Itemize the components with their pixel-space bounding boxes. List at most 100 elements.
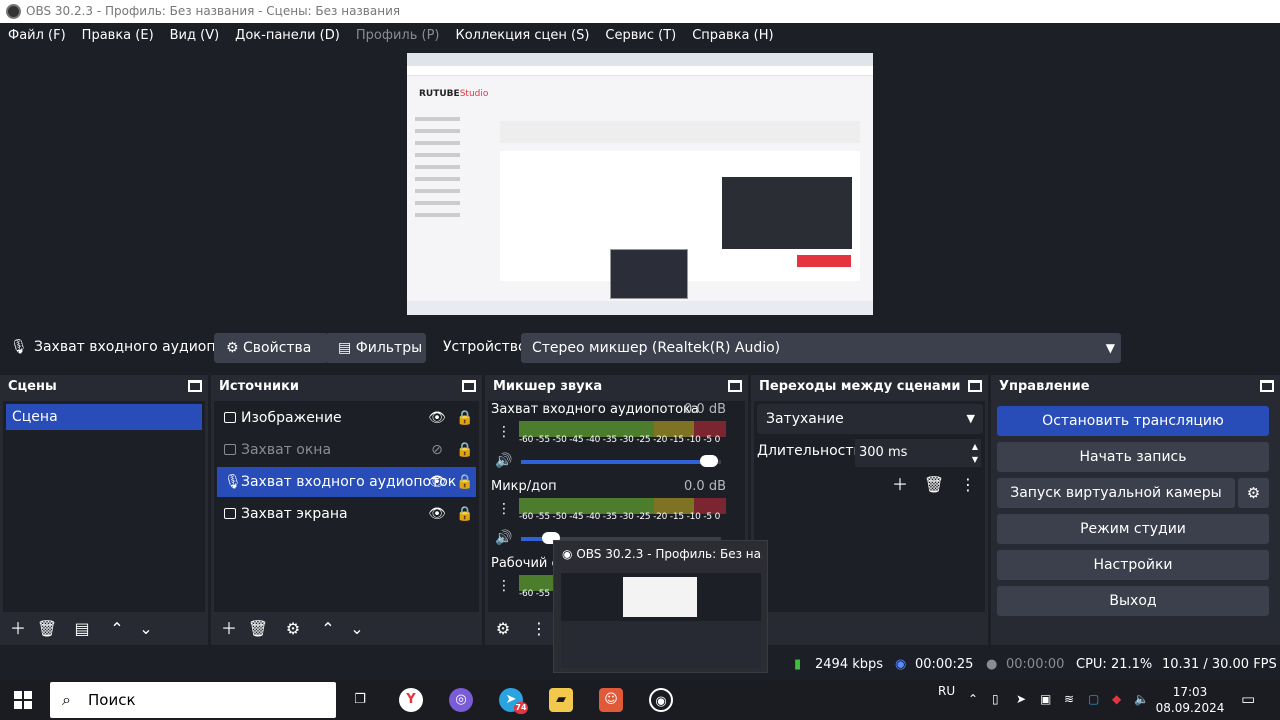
tray-app-icon[interactable]: ▣ [1040, 692, 1051, 706]
stop-streaming-button[interactable]: Остановить трансляцию [997, 406, 1269, 436]
speaker-icon[interactable]: 🔈 [1134, 692, 1149, 706]
capture-tray-icon[interactable]: ▢ [1088, 692, 1099, 706]
properties-button[interactable]: ⚙ Свойства [214, 333, 328, 363]
channel-db: 0.0 dB [684, 479, 726, 494]
taskbar-clock[interactable]: 17:03 08.09.2024 [1150, 684, 1230, 716]
window-titlebar: OBS 30.2.3 - Профиль: Без названия - Сце… [0, 0, 1280, 23]
menu-profile[interactable]: Профиль (P) [356, 28, 440, 43]
yandex-browser-icon[interactable]: Y [399, 688, 423, 712]
eye-off-icon[interactable]: ⊘ [428, 435, 446, 465]
source-item[interactable]: Изображение 👁 🔒 [217, 403, 476, 433]
taskbar-search[interactable]: ⌕ Поиск [50, 682, 336, 718]
channel-name: Захват входного аудиопотока [491, 402, 699, 417]
eye-icon[interactable]: 👁 [428, 499, 446, 529]
usb-icon[interactable]: ▯ [992, 692, 999, 706]
more-vertical-icon[interactable]: ⋮ [528, 619, 550, 639]
trash-icon[interactable]: 🗑 [247, 619, 269, 639]
menu-view[interactable]: Вид (V) [170, 28, 220, 43]
device-label: Устройство [443, 339, 527, 355]
settings-button[interactable]: Настройки [997, 550, 1269, 580]
channel-name: Микр/доп [491, 479, 557, 494]
more-vertical-icon[interactable]: ⋮ [497, 424, 511, 440]
exit-button[interactable]: Выход [997, 586, 1269, 616]
chevron-up-icon[interactable]: ⌃ [317, 619, 339, 639]
duration-input[interactable]: 300 ms ▲ ▼ [855, 439, 981, 467]
menu-file[interactable]: Файл (F) [8, 28, 66, 43]
more-vertical-icon[interactable]: ⋮ [497, 578, 511, 594]
notification-icon[interactable]: ▭ [1241, 690, 1255, 708]
source-item[interactable]: Захват экрана 👁 🔒 [217, 499, 476, 529]
undock-icon[interactable] [728, 380, 742, 392]
task-view-icon[interactable]: ❐ [348, 688, 372, 712]
chevron-down-icon: ▼ [1105, 341, 1115, 355]
preview-alert [500, 121, 860, 143]
menu-tools[interactable]: Сервис (T) [605, 28, 676, 43]
trash-icon[interactable]: 🗑 [923, 475, 945, 495]
signal-icon: ▮ [794, 657, 802, 672]
language-indicator[interactable]: RU [938, 684, 955, 698]
app-icon[interactable]: ☺ [599, 688, 623, 712]
scenes-list: Сцена [3, 401, 205, 612]
source-item[interactable]: Захват окна ⊘ 🔒 [217, 435, 476, 465]
studio-mode-button[interactable]: Режим студии [997, 514, 1269, 544]
shield-icon[interactable]: ◆ [1112, 692, 1121, 706]
chevron-down-icon[interactable]: ⌄ [135, 619, 157, 639]
lock-icon[interactable]: 🔒 [456, 435, 473, 465]
menu-help[interactable]: Справка (H) [692, 28, 773, 43]
start-recording-button[interactable]: Начать запись [997, 442, 1269, 472]
gear-icon[interactable]: ⚙ [492, 619, 514, 639]
menu-scene-collection[interactable]: Коллекция сцен (S) [455, 28, 589, 43]
preview-thumbnail [610, 249, 688, 299]
taskbar-preview-popup[interactable]: ◉ OBS 30.2.3 - Профиль: Без наз... [553, 540, 768, 673]
transition-select[interactable]: Затухание ▼ [757, 404, 983, 434]
transitions-dock: Переходы между сценами Затухание ▼ Длите… [751, 375, 988, 645]
add-icon[interactable]: ＋ [218, 619, 240, 639]
mixer-dock-header: Микшер звука [485, 375, 748, 399]
add-icon[interactable]: ＋ [889, 475, 911, 495]
more-vertical-icon[interactable]: ⋮ [497, 501, 511, 517]
file-explorer-icon[interactable]: ▰ [549, 688, 573, 712]
undock-icon[interactable] [188, 380, 202, 392]
menu-docks[interactable]: Док-панели (D) [235, 28, 340, 43]
volume-slider[interactable] [521, 455, 721, 467]
eye-icon[interactable]: 👁 [428, 403, 446, 433]
meter-scale: -60 -55 -50 -45 -40 -35 -30 -25 -20 -15 … [519, 435, 721, 445]
clock-date: 08.09.2024 [1155, 701, 1225, 715]
more-vertical-icon[interactable]: ⋮ [957, 475, 979, 495]
filters-button[interactable]: ▤ Фильтры [326, 333, 426, 363]
spinner-icon[interactable]: ▲ ▼ [972, 440, 978, 466]
gear-icon[interactable]: ⚙ [282, 619, 304, 639]
speaker-icon[interactable]: 🔊 [495, 453, 512, 469]
preview-taskbar [407, 301, 873, 315]
eye-icon[interactable]: 👁 [428, 467, 446, 497]
add-icon[interactable]: ＋ [7, 619, 29, 639]
scene-item[interactable]: Сцена [6, 404, 202, 430]
controls-dock-header: Управление [991, 375, 1280, 399]
undock-icon[interactable] [968, 380, 982, 392]
chevron-down-icon[interactable]: ⌄ [346, 619, 368, 639]
undock-icon[interactable] [462, 380, 476, 392]
undock-icon[interactable] [1260, 380, 1274, 392]
trash-icon[interactable]: 🗑 [36, 619, 58, 639]
context-source: 🎙 Захват входного аудиопо [10, 339, 224, 355]
telegram-tray-icon[interactable]: ➤ [1016, 692, 1026, 706]
gear-icon[interactable]: ⚙ [1238, 478, 1269, 508]
lock-icon[interactable]: 🔒 [456, 403, 473, 433]
wifi-icon[interactable]: ≋ [1064, 692, 1074, 706]
obs-taskbar-icon[interactable]: ◉ [649, 688, 673, 712]
windows-start-icon[interactable] [14, 691, 32, 709]
chevron-up-icon[interactable]: ⌃ [968, 692, 978, 706]
preview-browser-tabs [407, 53, 873, 66]
app-icon[interactable]: ◎ [449, 688, 473, 712]
lock-icon[interactable]: 🔒 [456, 499, 473, 529]
menu-edit[interactable]: Правка (E) [82, 28, 154, 43]
start-virtual-camera-button[interactable]: Запуск виртуальной камеры [997, 478, 1235, 508]
lock-icon[interactable]: 🔒 [456, 467, 473, 497]
source-item[interactable]: 🎙 Захват входного аудиопоток 👁 🔒 [217, 467, 476, 497]
device-select[interactable]: Стерео микшер (Realtek(R) Audio) ▼ [521, 333, 1121, 363]
sources-dock-header: Источники [211, 375, 482, 399]
filter-icon[interactable]: ▤ [71, 619, 93, 639]
speaker-icon[interactable]: 🔊 [495, 530, 512, 546]
program-preview[interactable]: RUTUBEStudio [407, 53, 873, 315]
chevron-up-icon[interactable]: ⌃ [106, 619, 128, 639]
